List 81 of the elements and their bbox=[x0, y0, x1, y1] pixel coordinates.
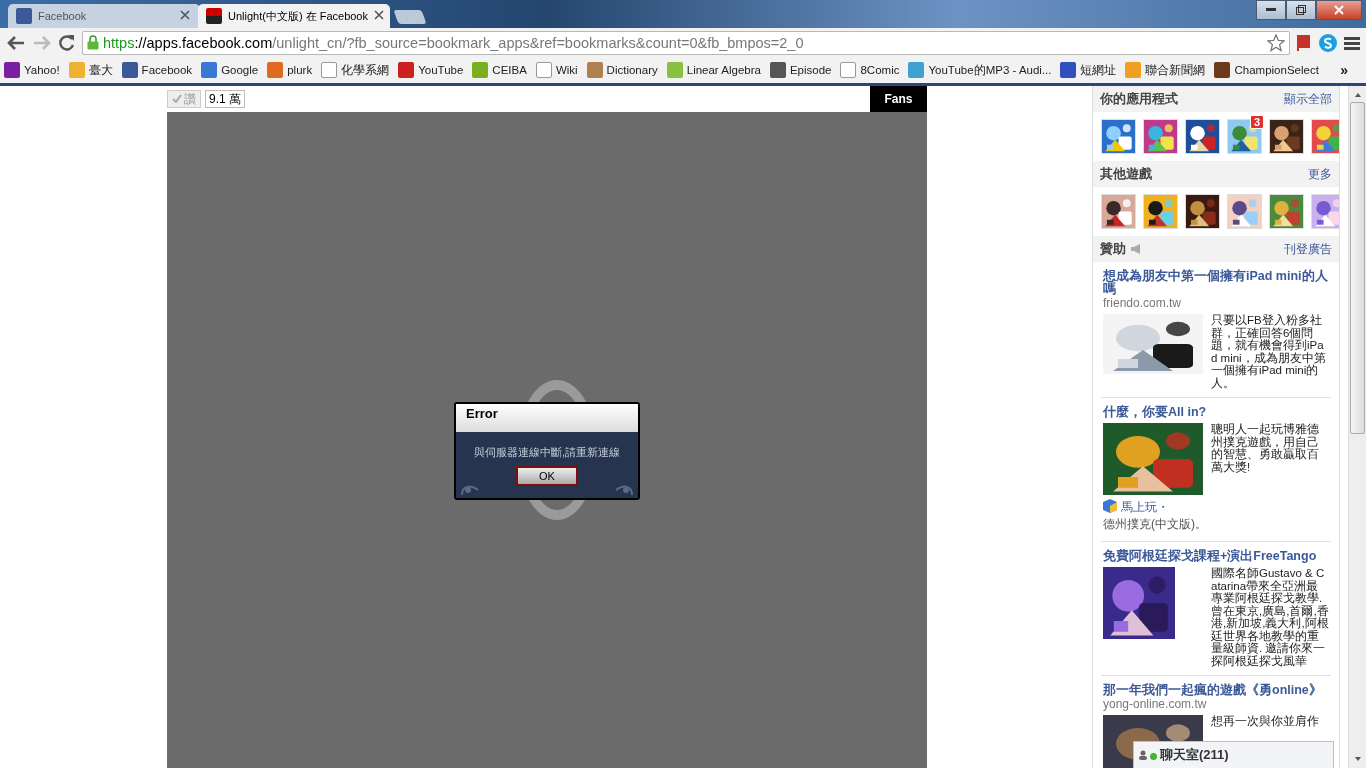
ok-button[interactable]: OK bbox=[516, 465, 578, 486]
section-link[interactable]: 顯示全部 bbox=[1284, 90, 1332, 108]
bookmark-link[interactable]: YouTube的MP3 - Audi... bbox=[908, 62, 1052, 78]
bookmark-link[interactable]: 臺大 bbox=[68, 62, 113, 78]
bookmark-link[interactable]: 化學系網 bbox=[321, 62, 390, 78]
close-icon[interactable] bbox=[374, 10, 384, 22]
ad-title[interactable]: 想成為朋友中第一個擁有iPad mini的人嗎 bbox=[1103, 270, 1329, 296]
megaphone-icon bbox=[1130, 241, 1142, 257]
bookmark-link[interactable]: plurk bbox=[267, 62, 313, 78]
bookmark-link[interactable]: Wiki bbox=[535, 62, 578, 78]
section-link[interactable]: 更多 bbox=[1308, 165, 1332, 183]
game-icon bbox=[206, 8, 222, 24]
bookmark-icon bbox=[398, 62, 415, 78]
bookmark-link[interactable]: Google bbox=[201, 62, 259, 78]
bookmark-link[interactable]: Yahoo! bbox=[4, 62, 60, 78]
close-icon[interactable] bbox=[1316, 0, 1362, 20]
bookmark-icon bbox=[321, 62, 338, 78]
play-text: 德州撲克(中文版)。 bbox=[1103, 516, 1208, 533]
menu-icon[interactable] bbox=[1344, 34, 1360, 51]
fans-tab[interactable]: Fans bbox=[870, 86, 927, 112]
section-title: 你的應用程式 bbox=[1100, 90, 1178, 108]
bookmark-icon bbox=[840, 62, 857, 78]
check-icon bbox=[172, 92, 182, 106]
bookmark-icon bbox=[267, 62, 284, 78]
notification-badge: 3 bbox=[1249, 115, 1264, 129]
url-text: https://apps.facebook.com/unlight_cn/?fb_source=bookmark_apps&ref=bookmarks&count=0&fb_bmpos=2_0 bbox=[103, 34, 804, 51]
bookmark-link[interactable]: 短網址 bbox=[1060, 62, 1117, 78]
ad-domain: friendo.com.tw bbox=[1103, 296, 1183, 310]
bookmark-link[interactable]: 聯合新聞網 bbox=[1125, 62, 1206, 78]
chat-bar[interactable]: 聊天室(211) bbox=[1133, 741, 1334, 768]
bookmark-icon bbox=[201, 62, 218, 78]
cube-icon bbox=[1103, 499, 1117, 516]
browser-tab[interactable]: Facebook bbox=[8, 4, 200, 28]
ad-title[interactable]: 什麼，你要All in? bbox=[1103, 406, 1329, 419]
reload-icon[interactable] bbox=[58, 33, 76, 52]
skype-icon[interactable] bbox=[1318, 32, 1338, 53]
more-bookmarks-button[interactable]: » bbox=[1340, 62, 1362, 78]
bookmark-icon bbox=[1125, 62, 1142, 78]
facebook-icon bbox=[16, 8, 32, 24]
bookmark-icon bbox=[586, 62, 603, 78]
bookmark-link[interactable]: YouTube bbox=[398, 62, 464, 78]
address-bar[interactable]: https://apps.facebook.com/unlight_cn/?fb_source=bookmark_apps&ref=bookmarks&count=0&fb_bmpos=2_0 bbox=[82, 30, 1290, 55]
section-link[interactable]: 刊登廣告 bbox=[1284, 240, 1332, 258]
play-link[interactable]: 馬上玩・ bbox=[1121, 499, 1169, 516]
bookmark-icon bbox=[1060, 62, 1077, 78]
bookmark-icon bbox=[769, 62, 786, 78]
bookmark-link[interactable]: Dictionary bbox=[586, 62, 658, 78]
bookmark-icon bbox=[4, 62, 20, 78]
bookmark-icon bbox=[472, 62, 489, 78]
dialog-title: Error bbox=[456, 404, 638, 432]
section-title: 贊助 bbox=[1100, 240, 1126, 258]
section-title: 其他遊戲 bbox=[1100, 165, 1152, 183]
bookmark-link[interactable]: CEIBA bbox=[472, 62, 527, 78]
bookmark-link[interactable]: Episode bbox=[769, 62, 832, 78]
ad-text: 想再一次與你並肩作 bbox=[1211, 715, 1320, 728]
bookmark-link[interactable]: ChampionSelect bbox=[1214, 62, 1319, 78]
bookmark-icon bbox=[68, 62, 85, 78]
ad-title[interactable]: 那一年我們一起瘋的遊戲《勇online》 bbox=[1103, 684, 1329, 697]
dialog-message: 與伺服器連線中斷,請重新連線 bbox=[473, 444, 621, 460]
lock-icon bbox=[87, 35, 99, 50]
bookmark-icon bbox=[666, 62, 683, 78]
bookmark-icon bbox=[908, 62, 925, 78]
ad-text: 只要以FB登入粉多社群，正確回答6個問題，就有機會得到iPad mini，成為朋友中第一個擁有iPad mini的人。 bbox=[1211, 314, 1327, 389]
minimize-icon[interactable] bbox=[1256, 0, 1286, 20]
back-icon[interactable] bbox=[6, 34, 26, 51]
bookmark-icon bbox=[1214, 62, 1231, 78]
browser-tab[interactable]: Unlight(中文版) 在 Facebook bbox=[198, 4, 390, 28]
bookmark-icon bbox=[535, 62, 552, 78]
close-icon[interactable] bbox=[180, 10, 192, 22]
restore-icon[interactable] bbox=[1286, 0, 1316, 20]
bookmark-link[interactable]: Facebook bbox=[121, 62, 193, 78]
ad-text: 國際名師Gustavo & Catarina帶來全亞洲最專業阿根廷探戈教學.曾在東京,廣島,首爾,香港,新加坡,義大利,阿根廷世界各地教學的重量級師資. 邀請你來一探阿根廷探戈風華 bbox=[1211, 567, 1329, 667]
like-count: 9.1 萬 bbox=[205, 90, 245, 108]
new-tab-button[interactable] bbox=[393, 10, 427, 24]
ad-domain: yong-online.com.tw bbox=[1103, 697, 1208, 711]
star-icon[interactable] bbox=[1267, 33, 1285, 52]
bookmark-link[interactable]: 8Comic bbox=[840, 62, 900, 78]
bookmark-link[interactable]: Linear Algebra bbox=[666, 62, 761, 78]
ad-title[interactable]: 免費阿根廷探戈課程+演出FreeTango bbox=[1103, 550, 1329, 563]
ad-text: 聰明人一起玩博雅德州撲克遊戲，用自己的智慧、勇敢贏取百萬大獎! bbox=[1211, 423, 1320, 473]
bookmark-icon bbox=[121, 62, 138, 78]
